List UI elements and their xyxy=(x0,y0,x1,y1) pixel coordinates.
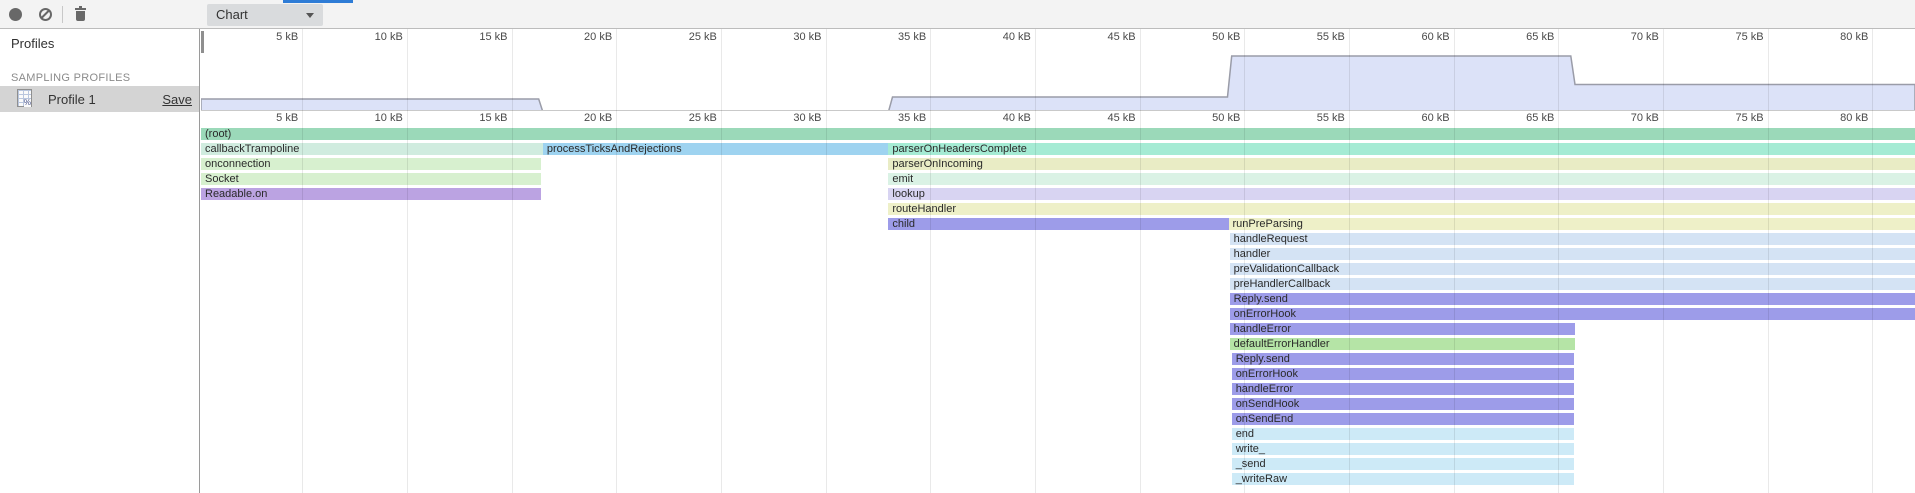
overview-usage-shape-2 xyxy=(888,56,1915,110)
flame-bar-callbacktrampoline[interactable]: callbackTrampoline xyxy=(201,143,543,155)
flame-bar-prehandlercallback[interactable]: preHandlerCallback xyxy=(1230,278,1915,290)
flame-bar-child[interactable]: child xyxy=(888,218,1228,230)
flame-bar-routehandler[interactable]: routeHandler xyxy=(888,203,1915,215)
tick-label-60kb: 60 kB xyxy=(1392,112,1450,124)
flame-bar-onsendend[interactable]: onSendEnd xyxy=(1232,413,1574,425)
flame-bar-end[interactable]: end xyxy=(1232,428,1574,440)
tick-label-55kb: 55 kB xyxy=(1287,112,1345,124)
overview-area-chart xyxy=(201,29,1915,110)
flame-bar-onerrorhook[interactable]: onErrorHook xyxy=(1232,368,1574,380)
tick-label-20kb: 20 kB xyxy=(554,112,612,124)
sidebar-title: Profiles xyxy=(11,36,54,51)
overview-resize-handle[interactable] xyxy=(201,31,204,53)
flame-bar-onconnection[interactable]: onconnection xyxy=(201,158,541,170)
sampling-profiles-section-label: SAMPLING PROFILES xyxy=(11,72,130,84)
flame-bar-prevalidationcallback[interactable]: preValidationCallback xyxy=(1230,263,1915,275)
flame-bar-emit[interactable]: emit xyxy=(888,173,1915,185)
flame-bar-onerrorhook[interactable]: onErrorHook xyxy=(1230,308,1915,320)
tick-label-65kb: 65 kB xyxy=(1496,112,1554,124)
flame-bar-socket[interactable]: Socket xyxy=(201,173,541,185)
flame-bar-onsendhook[interactable]: onSendHook xyxy=(1232,398,1574,410)
flame-bar-handleerror[interactable]: handleError xyxy=(1232,383,1574,395)
overview-usage-shape-1 xyxy=(201,99,543,110)
clear-all-icon[interactable] xyxy=(33,0,57,29)
memory-overview-pane[interactable] xyxy=(201,29,1915,111)
toolbar: Chart xyxy=(0,0,1915,29)
flame-bar-parseronheaderscomplete[interactable]: parserOnHeadersComplete xyxy=(888,143,1915,155)
chevron-down-icon xyxy=(306,13,314,18)
record-icon[interactable] xyxy=(3,0,27,29)
tick-label-5kb: 5 kB xyxy=(240,112,298,124)
flame-bar-reply.send[interactable]: Reply.send xyxy=(1230,293,1915,305)
save-profile-link[interactable]: Save xyxy=(162,92,192,107)
flame-bar-processticksandrejections[interactable]: processTicksAndRejections xyxy=(543,143,888,155)
flame-bar-readable.on[interactable]: Readable.on xyxy=(201,188,541,200)
flame-bar-handlerequest[interactable]: handleRequest xyxy=(1230,233,1915,245)
delete-profile-icon[interactable] xyxy=(68,0,92,29)
trash-body xyxy=(76,11,85,21)
flame-bar-handleerror[interactable]: handleError xyxy=(1230,323,1575,335)
tick-label-70kb: 70 kB xyxy=(1601,112,1659,124)
active-tab-indicator xyxy=(283,0,353,3)
profile-list-item[interactable]: % Profile 1 Save xyxy=(0,86,199,112)
flame-bar-lookup[interactable]: lookup xyxy=(888,188,1915,200)
tick-label-80kb: 80 kB xyxy=(1810,112,1868,124)
toolbar-divider xyxy=(62,6,63,23)
tick-label-30kb: 30 kB xyxy=(764,112,822,124)
flame-bar-parseronincoming[interactable]: parserOnIncoming xyxy=(888,158,1915,170)
profiles-sidebar: Profiles SAMPLING PROFILES % Profile 1 S… xyxy=(0,29,200,493)
tick-label-15kb: 15 kB xyxy=(450,112,508,124)
flame-chart-pane: 5 kB 10 kB 15 kB 20 kB 25 kB 30 kB 35 kB 40 kB 4… xyxy=(201,29,1915,493)
flame-bar-_writeraw[interactable]: _writeRaw xyxy=(1232,473,1574,485)
profile-name: Profile 1 xyxy=(48,92,96,107)
flame-bar-write_[interactable]: write_ xyxy=(1232,443,1574,455)
tick-label-45kb: 45 kB xyxy=(1078,112,1136,124)
flame-bar-reply.send[interactable]: Reply.send xyxy=(1232,353,1574,365)
record-dot xyxy=(9,8,22,21)
profiler-panel: Chart Profiles SAMPLING PROFILES % Profi… xyxy=(0,0,1915,493)
profile-document-icon: % xyxy=(17,89,32,107)
flame-bar-_send[interactable]: _send xyxy=(1232,458,1574,470)
tick-label-50kb: 50 kB xyxy=(1182,112,1240,124)
tick-label-40kb: 40 kB xyxy=(973,112,1031,124)
flame-bar-handler[interactable]: handler xyxy=(1230,248,1915,260)
tick-label-35kb: 35 kB xyxy=(868,112,926,124)
flame-bar-runpreparsing[interactable]: runPreParsing xyxy=(1229,218,1915,230)
tick-label-10kb: 10 kB xyxy=(345,112,403,124)
trash-lid xyxy=(75,8,86,10)
flame-bar-root[interactable]: (root) xyxy=(201,128,1915,140)
view-mode-select[interactable]: Chart xyxy=(207,4,323,26)
tick-label-75kb: 75 kB xyxy=(1706,112,1764,124)
tick-label-25kb: 25 kB xyxy=(659,112,717,124)
flame-bar-defaulterrorhandler[interactable]: defaultErrorHandler xyxy=(1230,338,1575,350)
